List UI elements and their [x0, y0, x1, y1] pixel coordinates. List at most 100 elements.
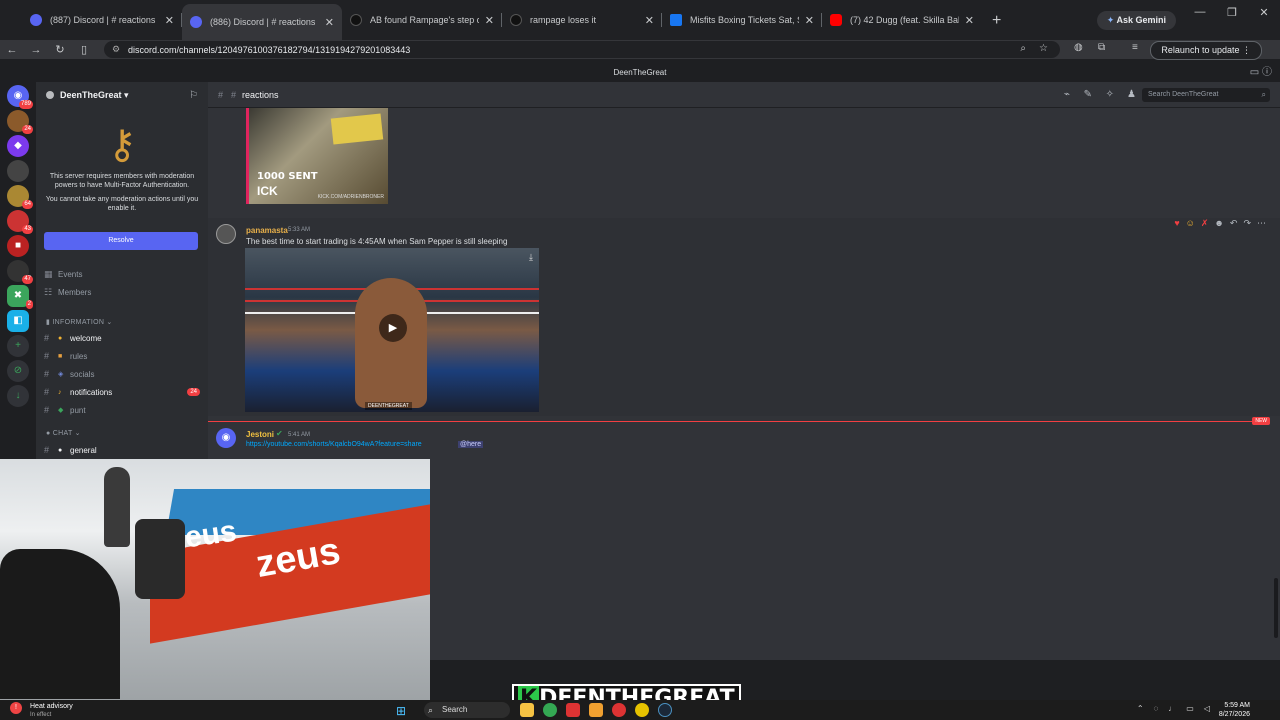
- forward-icon[interactable]: ↷: [1243, 218, 1251, 229]
- extension-icon[interactable]: ◍: [1074, 42, 1083, 53]
- search-icon: ⌕: [428, 705, 434, 715]
- server-icon[interactable]: ◧: [7, 310, 29, 332]
- zoom-search-icon[interactable]: ⌕: [1020, 43, 1026, 54]
- close-icon[interactable]: ✕: [965, 14, 974, 27]
- close-icon[interactable]: ✕: [485, 14, 494, 27]
- maximize-icon[interactable]: ❐: [1216, 6, 1248, 19]
- embedded-image[interactable]: 1000 SENT ICK KICK.COM/ADRIENBRONER: [246, 108, 388, 204]
- browser-tab-3[interactable]: AB found Rampage's step dua ✕: [342, 4, 502, 36]
- avatar[interactable]: [216, 224, 236, 244]
- reply-icon[interactable]: ↶: [1230, 218, 1238, 229]
- avatar[interactable]: ◉: [216, 428, 236, 448]
- server-icon[interactable]: 64: [7, 185, 33, 209]
- explore-icon[interactable]: ⊘: [7, 360, 29, 382]
- download-icon[interactable]: ↓: [7, 385, 29, 407]
- close-window-icon[interactable]: ✕: [1248, 6, 1280, 19]
- bookmark-star-icon[interactable]: ☆: [1039, 43, 1048, 54]
- steam-icon[interactable]: [658, 703, 672, 717]
- server-icon[interactable]: 43: [7, 210, 33, 234]
- more-icon[interactable]: ⋯: [1257, 218, 1266, 229]
- new-tab-icon[interactable]: +: [992, 12, 1001, 30]
- side-panel-icon[interactable]: ▯: [72, 43, 96, 56]
- minimize-icon[interactable]: —: [1184, 6, 1216, 19]
- server-name-header[interactable]: DeenTheGreat ▾ ⚐: [36, 82, 208, 108]
- browser-tab-6[interactable]: (7) 42 Dugg (feat. Skilla Baby) ✕: [822, 4, 982, 36]
- close-icon[interactable]: ✕: [165, 14, 174, 27]
- browser-tab-4[interactable]: rampage loses it ✕: [502, 4, 662, 36]
- chrome-icon[interactable]: [543, 703, 557, 717]
- username[interactable]: panamasta: [246, 226, 288, 235]
- members-item[interactable]: ☷ Members: [44, 287, 204, 298]
- channel-title: reactions: [242, 89, 279, 100]
- server-icon[interactable]: 47: [7, 260, 33, 284]
- close-icon[interactable]: ✕: [325, 16, 334, 29]
- mic-icon[interactable]: ♩: [1168, 704, 1176, 713]
- server-icon[interactable]: 24: [7, 110, 33, 134]
- category-chat[interactable]: ● CHAT ⌄: [46, 429, 81, 437]
- laugh-reaction-icon[interactable]: ☺: [1186, 218, 1195, 229]
- message-link[interactable]: https://youtube.com/shorts/KqalcbO94wA?f…: [246, 441, 422, 448]
- browser-tab-2[interactable]: (886) Discord | # reactions ✕: [182, 4, 342, 40]
- tab-title: Misfits Boxing Tickets Sat, Sep: [690, 15, 799, 25]
- download-icon[interactable]: ⤓: [529, 252, 533, 263]
- threads-icon[interactable]: ⌁: [1064, 89, 1070, 100]
- server-icon[interactable]: ✖ 2: [7, 285, 33, 309]
- taskbar-search[interactable]: ⌕ Search: [424, 702, 510, 718]
- reload-icon[interactable]: ↻: [48, 43, 72, 56]
- url-bar[interactable]: ⚙ discord.com/channels/12049761003761827…: [104, 41, 1060, 58]
- channel-punt[interactable]: # ◆ punt: [44, 405, 204, 415]
- category-information[interactable]: ▮ INFORMATION ⌄: [46, 318, 113, 326]
- calendar-icon: ▦: [44, 269, 53, 279]
- back-icon[interactable]: ←: [0, 44, 24, 56]
- inbox-help-icons[interactable]: ▭ ⓘ: [1250, 64, 1272, 82]
- volume-icon[interactable]: ◁: [1204, 704, 1210, 713]
- weather-widget[interactable]: ! Heat advisory In effect: [10, 702, 73, 720]
- browser-tab-5[interactable]: Misfits Boxing Tickets Sat, Sep ✕: [662, 4, 822, 36]
- timestamp: 5:41 AM: [288, 432, 311, 438]
- app-icon[interactable]: [589, 703, 603, 717]
- member-list-icon[interactable]: ♟: [1127, 89, 1136, 100]
- pin-icon[interactable]: ✧: [1106, 89, 1114, 100]
- channel-rules[interactable]: # ■ rules: [44, 351, 204, 361]
- channel-general[interactable]: # ● general: [44, 445, 204, 455]
- channel-notifications[interactable]: # ♪ notifications 24: [44, 387, 204, 397]
- server-icon[interactable]: ■: [7, 235, 29, 257]
- extensions-puzzle-icon[interactable]: ⧉: [1098, 42, 1105, 53]
- scrollbar[interactable]: [1274, 578, 1278, 638]
- wifi-icon[interactable]: ▭: [1186, 704, 1194, 713]
- chevron-up-icon[interactable]: ⌃: [1137, 704, 1144, 713]
- server-icon[interactable]: [7, 160, 29, 182]
- play-icon[interactable]: ▶: [379, 314, 407, 342]
- file-explorer-icon[interactable]: [520, 703, 534, 717]
- taskbar-clock[interactable]: 5:59 AM 8/27/2026: [1219, 701, 1250, 719]
- site-info-icon[interactable]: ⚙: [112, 44, 120, 55]
- username[interactable]: Jestoni: [246, 430, 274, 439]
- home-discord-icon[interactable]: ◉ 789: [7, 85, 33, 109]
- app-icon[interactable]: [635, 703, 649, 717]
- windows-start-icon[interactable]: ⊞: [396, 704, 406, 718]
- media-icon[interactable]: ≡: [1132, 42, 1138, 53]
- server-icon[interactable]: ◆: [7, 135, 29, 157]
- cross-reaction-icon[interactable]: ✗: [1201, 218, 1209, 229]
- network-icon[interactable]: ◌: [1154, 704, 1159, 713]
- video-embed[interactable]: ▶ ⤓ DEENTHEGREAT: [245, 248, 539, 412]
- resolve-button[interactable]: Resolve: [44, 232, 198, 250]
- notification-mute-icon[interactable]: ✎: [1084, 89, 1092, 100]
- relaunch-button[interactable]: Relaunch to update ⋮: [1150, 41, 1262, 60]
- channel-socials[interactable]: # ◈ socials: [44, 369, 204, 379]
- add-server-icon[interactable]: +: [7, 335, 29, 357]
- here-mention[interactable]: @here: [458, 441, 484, 448]
- close-icon[interactable]: ✕: [805, 14, 814, 27]
- close-icon[interactable]: ✕: [645, 14, 654, 27]
- browser-tab-1[interactable]: (887) Discord | # reactions ✕: [22, 4, 182, 36]
- app-icon[interactable]: [612, 703, 626, 717]
- app-icon[interactable]: [566, 703, 580, 717]
- events-item[interactable]: ▦ Events: [44, 269, 204, 280]
- ask-gemini-button[interactable]: ✦ Ask Gemini: [1096, 11, 1176, 30]
- heart-reaction-icon[interactable]: ♥: [1174, 218, 1179, 229]
- invite-icon[interactable]: ⚐: [189, 90, 198, 101]
- forward-icon[interactable]: →: [24, 44, 48, 56]
- channel-welcome[interactable]: # ● welcome: [44, 333, 204, 343]
- search-input[interactable]: Search DeenTheGreat ⌕: [1142, 88, 1270, 102]
- add-reaction-icon[interactable]: ☻: [1214, 218, 1223, 229]
